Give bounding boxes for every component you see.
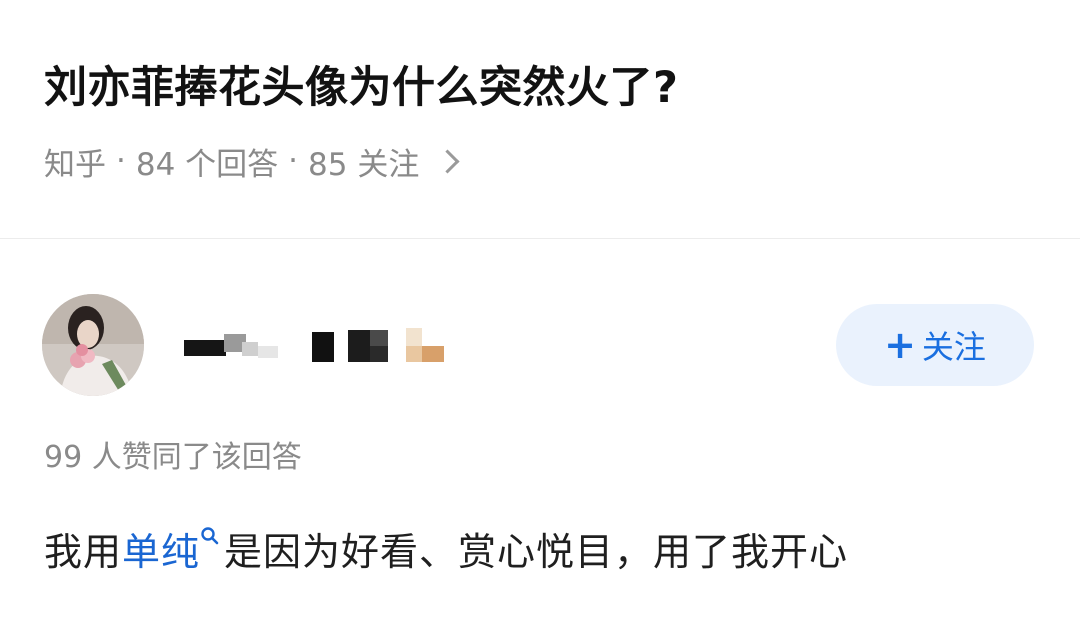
- mosaic-block: [184, 340, 226, 356]
- chevron-right-icon: [435, 148, 460, 174]
- answer-author-row: + 关注: [0, 290, 1080, 400]
- question-meta[interactable]: 知乎 · 84 个回答 · 85 关注: [44, 138, 460, 184]
- answer-text-before: 我用: [44, 530, 123, 574]
- keyword-link[interactable]: 单纯: [122, 527, 224, 574]
- answer-body: 我用单纯 是因为好看、赏心悦目，用了我开心: [44, 522, 848, 582]
- plus-icon: +: [884, 323, 916, 367]
- vote-count: 99 人赞同了该回答: [44, 440, 302, 475]
- keyword-text: 单纯: [122, 530, 201, 574]
- mosaic-block: [406, 346, 422, 362]
- mosaic-block: [312, 332, 334, 362]
- mosaic-block: [370, 346, 388, 362]
- meta-separator: ·: [116, 143, 126, 179]
- mosaic-block: [242, 342, 258, 356]
- mosaic-block: [348, 330, 372, 362]
- mosaic-block: [370, 330, 388, 346]
- question-title[interactable]: 刘亦菲捧花头像为什么突然火了?: [44, 50, 678, 126]
- mosaic-block: [422, 346, 444, 362]
- section-divider: [0, 238, 1080, 239]
- avatar[interactable]: [42, 294, 144, 396]
- avatar-image: [42, 294, 144, 396]
- author-name-mosaic[interactable]: [184, 328, 454, 362]
- mosaic-block: [406, 328, 422, 346]
- question-header: 刘亦菲捧花头像为什么突然火了? 知乎 · 84 个回答 · 85 关注: [0, 0, 1080, 238]
- search-icon: [201, 527, 219, 545]
- follow-label: 关注: [921, 328, 986, 366]
- answers-count: 84 个回答: [135, 146, 279, 183]
- answer-text-after: 是因为好看、赏心悦目，用了我开心: [224, 530, 849, 574]
- source-label: 知乎: [44, 146, 106, 183]
- follow-button[interactable]: + 关注: [836, 304, 1034, 386]
- mosaic-block: [258, 346, 278, 358]
- followers-count: 85 关注: [308, 146, 420, 183]
- meta-separator: ·: [288, 143, 299, 179]
